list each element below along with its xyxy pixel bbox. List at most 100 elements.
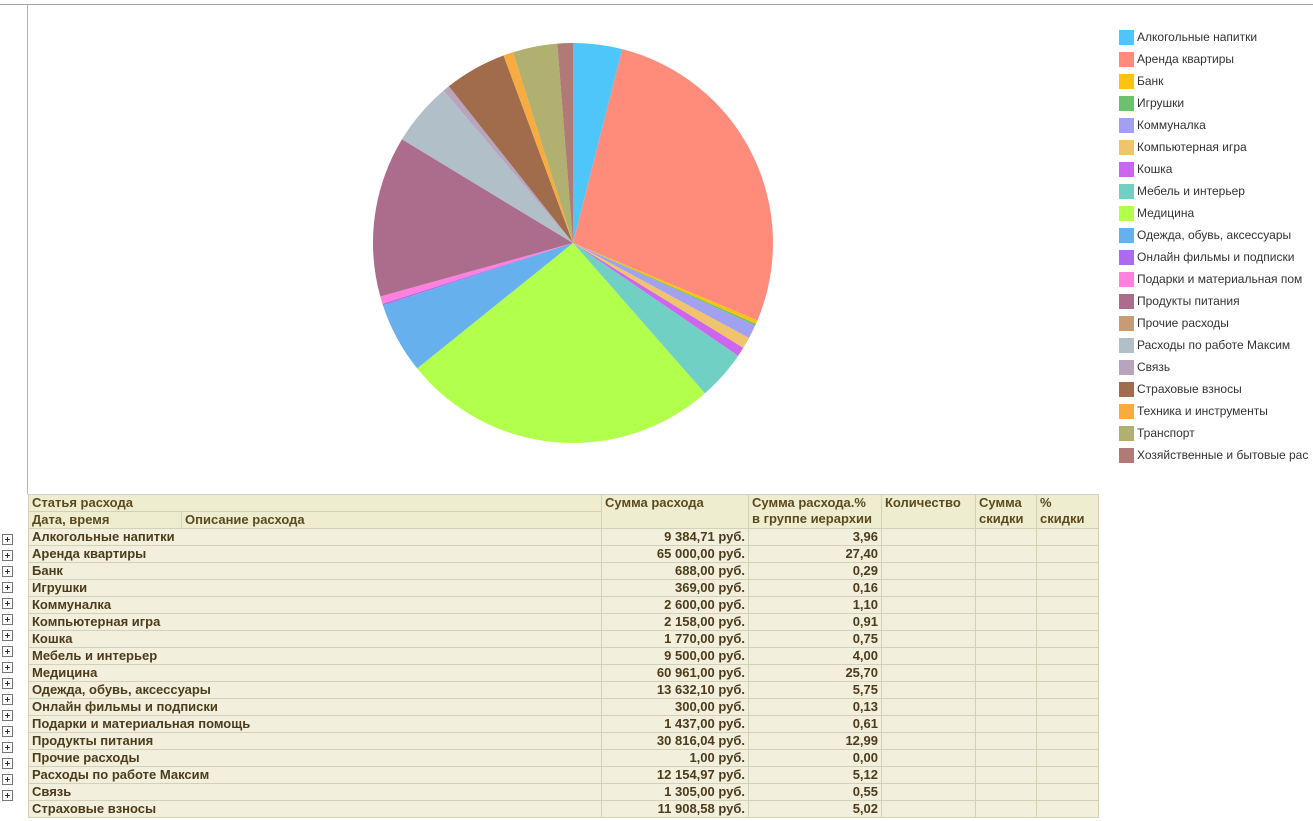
row-article: Коммуналка bbox=[28, 596, 602, 614]
expand-plus-icon[interactable] bbox=[2, 678, 13, 689]
expand-plus-icon[interactable] bbox=[2, 630, 13, 641]
row-discount-pct bbox=[1036, 800, 1099, 818]
header-sum[interactable]: Сумма расхода bbox=[601, 494, 749, 529]
legend-label: Игрушки bbox=[1137, 96, 1185, 110]
row-discount-pct bbox=[1036, 664, 1099, 682]
row-qty bbox=[881, 562, 976, 580]
expand-plus-icon[interactable] bbox=[2, 790, 13, 801]
table-row[interactable]: Подарки и материальная помощь 1 437,00 ру… bbox=[28, 715, 1099, 733]
row-sum: 1 770,00 руб. bbox=[601, 630, 749, 648]
expand-plus-icon[interactable] bbox=[2, 662, 13, 673]
legend-swatch bbox=[1119, 293, 1134, 309]
header-description[interactable]: Описание расхода bbox=[181, 511, 602, 529]
header-datetime[interactable]: Дата, время bbox=[28, 511, 182, 529]
table-row[interactable]: Компьютерная игра 2 158,00 руб. 0,91 bbox=[28, 613, 1099, 631]
expand-plus-icon[interactable] bbox=[2, 534, 13, 545]
row-qty bbox=[881, 715, 976, 733]
expand-plus-icon[interactable] bbox=[2, 566, 13, 577]
legend-item: Прочие расходы bbox=[1119, 312, 1313, 334]
legend-item: Расходы по работе Максим bbox=[1119, 334, 1313, 356]
header-pct[interactable]: Сумма расхода.% в группе иерархии bbox=[748, 494, 882, 529]
row-pct: 0,16 bbox=[748, 579, 882, 597]
row-sum: 688,00 руб. bbox=[601, 562, 749, 580]
header-qty[interactable]: Количество bbox=[881, 494, 976, 529]
row-sum: 1 437,00 руб. bbox=[601, 715, 749, 733]
row-discount-pct bbox=[1036, 783, 1099, 801]
table-row[interactable]: Аренда квартиры 65 000,00 руб. 27,40 bbox=[28, 545, 1099, 563]
row-discount-sum bbox=[975, 732, 1037, 750]
header-discount-pct-line1: % bbox=[1040, 495, 1052, 511]
expand-plus-icon[interactable] bbox=[2, 646, 13, 657]
header-pct-line2: в группе иерархии bbox=[752, 511, 872, 526]
table-row[interactable]: Мебель и интерьер 9 500,00 руб. 4,00 bbox=[28, 647, 1099, 665]
legend-item: Подарки и материальная пом bbox=[1119, 268, 1313, 290]
expand-plus-icon[interactable] bbox=[2, 550, 13, 561]
row-discount-pct bbox=[1036, 749, 1099, 767]
row-discount-sum bbox=[975, 579, 1037, 597]
expand-plus-icon[interactable] bbox=[2, 694, 13, 705]
table-row[interactable]: Игрушки 369,00 руб. 0,16 bbox=[28, 579, 1099, 597]
row-pct: 0,13 bbox=[748, 698, 882, 716]
legend-label: Аренда квартиры bbox=[1137, 52, 1235, 66]
row-pct: 3,96 bbox=[748, 528, 882, 546]
row-discount-sum bbox=[975, 528, 1037, 546]
legend-label: Продукты питания bbox=[1137, 294, 1240, 308]
row-pct: 5,12 bbox=[748, 766, 882, 784]
legend-swatch bbox=[1119, 73, 1134, 89]
legend-item: Онлайн фильмы и подписки bbox=[1119, 246, 1313, 268]
table-row[interactable]: Банк 688,00 руб. 0,29 bbox=[28, 562, 1099, 580]
legend-label: Связь bbox=[1137, 360, 1171, 374]
header-discount-pct[interactable]: % скидки bbox=[1036, 494, 1099, 529]
expand-plus-icon[interactable] bbox=[2, 614, 13, 625]
row-discount-sum bbox=[975, 630, 1037, 648]
row-qty bbox=[881, 698, 976, 716]
legend-item: Аренда квартиры bbox=[1119, 48, 1313, 70]
chart-legend: Алкогольные напитки Аренда квартиры Банк… bbox=[1119, 26, 1313, 466]
row-article: Мебель и интерьер bbox=[28, 647, 602, 665]
row-article: Медицина bbox=[28, 664, 602, 682]
expand-plus-icon[interactable] bbox=[2, 758, 13, 769]
row-pct: 5,75 bbox=[748, 681, 882, 699]
table-row[interactable]: Продукты питания 30 816,04 руб. 12,99 bbox=[28, 732, 1099, 750]
expand-plus-icon[interactable] bbox=[2, 710, 13, 721]
table-row[interactable]: Кошка 1 770,00 руб. 0,75 bbox=[28, 630, 1099, 648]
legend-item: Коммуналка bbox=[1119, 114, 1313, 136]
legend-swatch bbox=[1119, 425, 1134, 441]
table-row[interactable]: Прочие расходы 1,00 руб. 0,00 bbox=[28, 749, 1099, 767]
legend-item: Банк bbox=[1119, 70, 1313, 92]
expand-plus-icon[interactable] bbox=[2, 726, 13, 737]
row-article: Онлайн фильмы и подписки bbox=[28, 698, 602, 716]
table-row[interactable]: Расходы по работе Максим 12 154,97 руб. 5,… bbox=[28, 766, 1099, 784]
table-row[interactable]: Медицина 60 961,00 руб. 25,70 bbox=[28, 664, 1099, 682]
expense-report-table: Статья расхода Сумма расхода Сумма расхо… bbox=[28, 494, 1099, 818]
table-row[interactable]: Страховые взносы 11 908,58 руб. 5,02 bbox=[28, 800, 1099, 818]
header-pct-line1: Сумма расхода.% bbox=[752, 495, 866, 511]
row-pct: 1,10 bbox=[748, 596, 882, 614]
legend-item: Транспорт bbox=[1119, 422, 1313, 444]
table-row[interactable]: Связь 1 305,00 руб. 0,55 bbox=[28, 783, 1099, 801]
legend-swatch bbox=[1119, 315, 1134, 331]
legend-item: Хозяйственные и бытовые рас bbox=[1119, 444, 1313, 466]
row-sum: 30 816,04 руб. bbox=[601, 732, 749, 750]
table-row[interactable]: Коммуналка 2 600,00 руб. 1,10 bbox=[28, 596, 1099, 614]
row-discount-sum bbox=[975, 613, 1037, 631]
table-row[interactable]: Онлайн фильмы и подписки 300,00 руб. 0,13 bbox=[28, 698, 1099, 716]
row-qty bbox=[881, 613, 976, 631]
legend-swatch bbox=[1119, 403, 1134, 419]
legend-swatch bbox=[1119, 183, 1134, 199]
header-article[interactable]: Статья расхода bbox=[28, 494, 602, 512]
legend-label: Страховые взносы bbox=[1137, 382, 1242, 396]
expand-plus-icon[interactable] bbox=[2, 582, 13, 593]
expand-plus-icon[interactable] bbox=[2, 774, 13, 785]
expand-plus-icon[interactable] bbox=[2, 742, 13, 753]
row-discount-pct bbox=[1036, 647, 1099, 665]
row-sum: 369,00 руб. bbox=[601, 579, 749, 597]
table-row[interactable]: Алкогольные напитки 9 384,71 руб. 3,96 bbox=[28, 528, 1099, 546]
table-row[interactable]: Одежда, обувь, аксессуары 13 632,10 руб. 5… bbox=[28, 681, 1099, 699]
header-discount-sum[interactable]: Сумма скидки bbox=[975, 494, 1037, 529]
legend-label: Прочие расходы bbox=[1137, 316, 1229, 330]
expand-plus-icon[interactable] bbox=[2, 598, 13, 609]
legend-item: Связь bbox=[1119, 356, 1313, 378]
row-discount-pct bbox=[1036, 613, 1099, 631]
row-pct: 0,91 bbox=[748, 613, 882, 631]
